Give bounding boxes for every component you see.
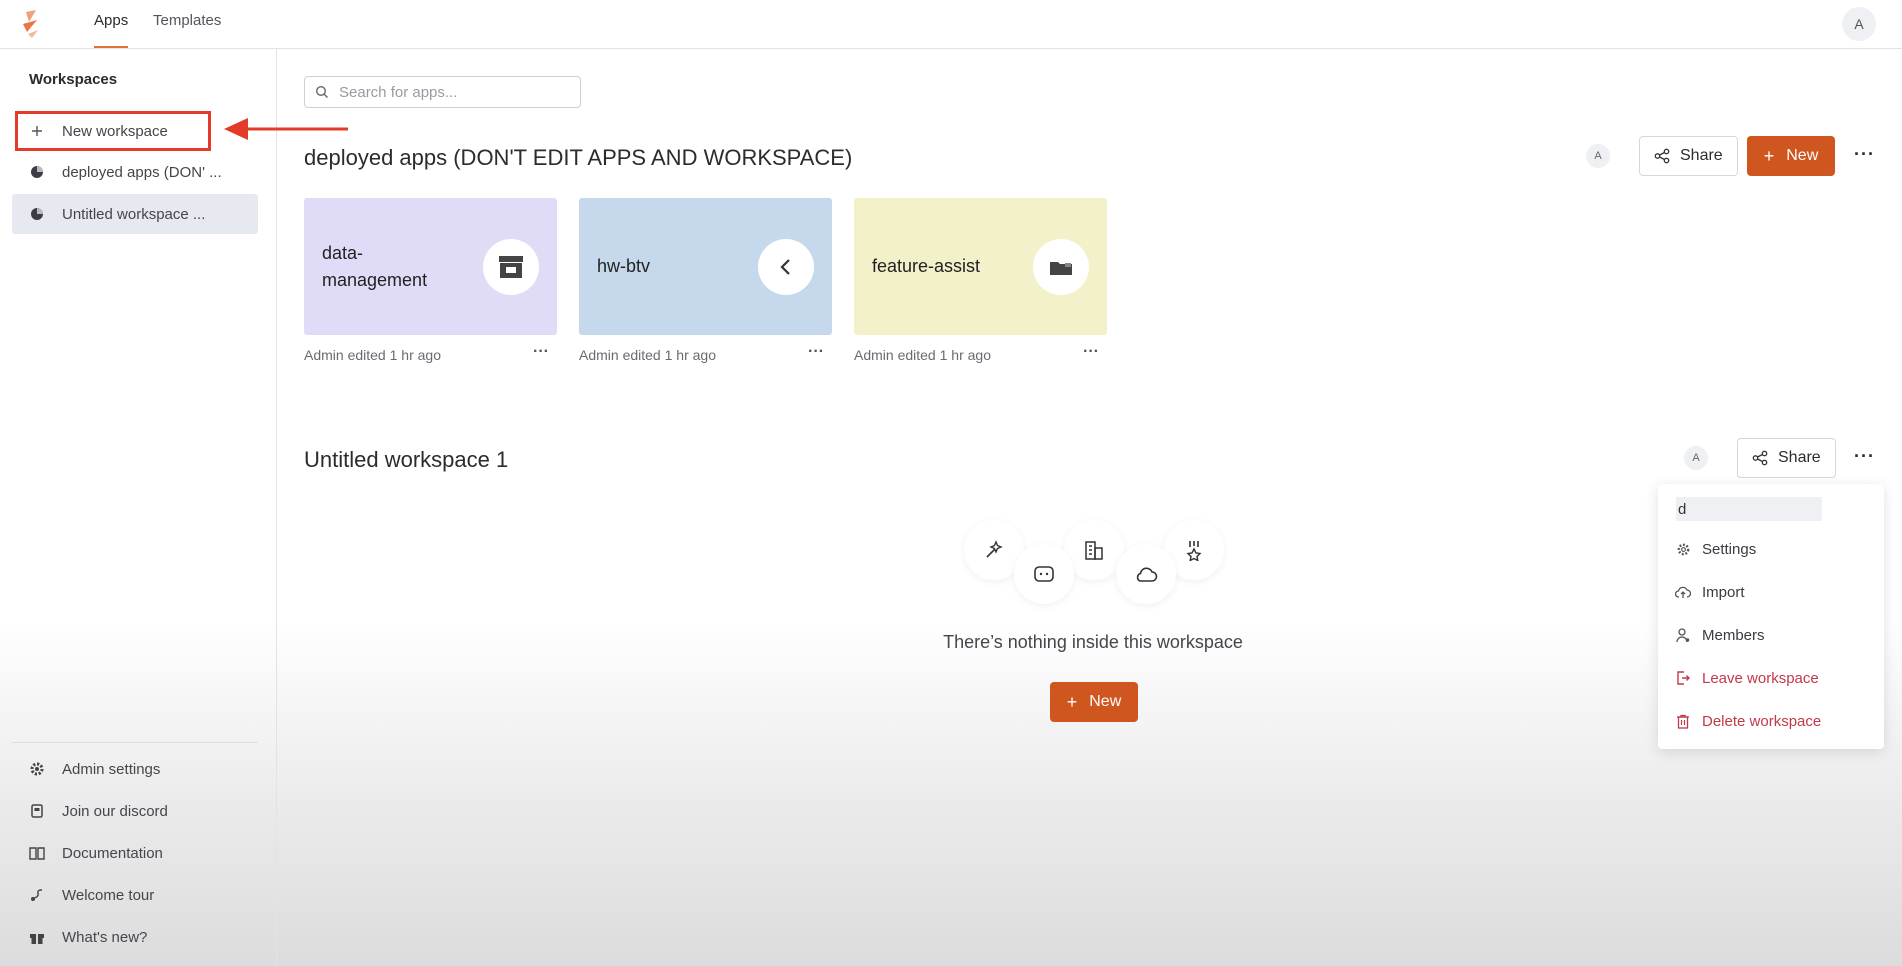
app-logo-icon[interactable] xyxy=(18,8,44,40)
cloud-upload-icon xyxy=(1674,585,1692,599)
gear-icon xyxy=(28,761,46,777)
menu-item-label: Settings xyxy=(1702,540,1757,558)
user-icon xyxy=(1674,627,1692,643)
sidebar-item-label: Admin settings xyxy=(62,760,161,778)
app-card-feature-assist[interactable]: feature-assist xyxy=(854,198,1107,335)
route-icon xyxy=(28,888,46,902)
sidebar-item-admin-settings[interactable]: Admin settings xyxy=(12,749,258,789)
share-label: Share xyxy=(1680,147,1723,164)
sidebar: Workspaces New workspace deployed apps (… xyxy=(0,49,277,966)
menu-item-label: Import xyxy=(1702,583,1745,601)
menu-item-label: Delete workspace xyxy=(1702,712,1822,730)
menu-item-settings[interactable]: Settings xyxy=(1674,535,1756,563)
sidebar-item-documentation[interactable]: Documentation xyxy=(12,833,258,873)
sidebar-item-welcome-tour[interactable]: Welcome tour xyxy=(12,875,258,915)
app-name: data- management xyxy=(322,240,427,294)
menu-item-members[interactable]: Members xyxy=(1674,621,1765,649)
sidebar-item-deployed-apps[interactable]: deployed apps (DON' ... xyxy=(12,152,258,192)
plus-icon: + xyxy=(1066,691,1078,712)
workspace-icon xyxy=(28,207,46,221)
menu-item-label: Leave workspace xyxy=(1702,669,1819,687)
plus-icon: + xyxy=(1763,145,1775,166)
discord-icon xyxy=(28,804,46,818)
menu-item-leave-workspace[interactable]: Leave workspace xyxy=(1674,664,1819,692)
cloud-icon xyxy=(1116,544,1176,604)
sidebar-item-label: Documentation xyxy=(62,844,163,862)
workspace-icon xyxy=(28,165,46,179)
workspace-title: Untitled workspace 1 xyxy=(304,447,509,472)
workspace-member-avatar: A xyxy=(1684,446,1708,470)
sidebar-item-untitled-workspace[interactable]: Untitled workspace ... xyxy=(12,194,258,234)
menu-rename-input[interactable] xyxy=(1676,497,1822,521)
menu-item-import[interactable]: Import xyxy=(1674,578,1745,606)
sidebar-item-label: deployed apps (DON' ... xyxy=(62,163,222,181)
tab-templates[interactable]: Templates xyxy=(153,12,221,48)
app-edited-meta: Admin edited 1 hr ago xyxy=(854,347,991,363)
share-button[interactable]: Share xyxy=(1737,438,1836,478)
search-field[interactable] xyxy=(304,76,581,108)
app-name: feature-assist xyxy=(872,256,981,276)
app-edited-meta: Admin edited 1 hr ago xyxy=(579,347,716,363)
new-app-button[interactable]: + New xyxy=(1747,136,1835,176)
workspace-more-button[interactable]: ··· xyxy=(1854,446,1875,467)
app-name-line: data- xyxy=(322,243,364,263)
tab-apps[interactable]: Apps xyxy=(94,12,129,48)
top-bar: Apps Templates A xyxy=(0,0,1902,49)
sidebar-divider xyxy=(12,742,258,743)
search-input[interactable] xyxy=(339,83,559,101)
workspace-member-avatar: A xyxy=(1586,144,1610,168)
sidebar-item-label: What's new? xyxy=(62,928,148,946)
book-icon xyxy=(28,846,46,860)
workspace-title: deployed apps (DON'T EDIT APPS AND WORKS… xyxy=(304,145,853,170)
workspace-options-menu: Settings Import Members Leave workspace … xyxy=(1658,484,1884,749)
share-button[interactable]: Share xyxy=(1639,136,1738,176)
sidebar-item-discord[interactable]: Join our discord xyxy=(12,791,258,831)
chat-bot-icon xyxy=(1014,544,1074,604)
menu-item-delete-workspace[interactable]: Delete workspace xyxy=(1674,707,1821,735)
empty-state-message: There’s nothing inside this workspace xyxy=(943,632,1243,652)
menu-item-label: Members xyxy=(1702,626,1765,644)
share-label: Share xyxy=(1778,449,1821,466)
sidebar-item-label: Untitled workspace ... xyxy=(62,205,206,223)
app-card-hw-btv[interactable]: hw-btv xyxy=(579,198,832,335)
chevron-left-icon xyxy=(758,239,814,295)
exit-icon xyxy=(1674,671,1692,685)
user-avatar[interactable]: A xyxy=(1842,7,1876,41)
app-name: hw-btv xyxy=(597,256,651,276)
app-edited-meta: Admin edited 1 hr ago xyxy=(304,347,441,363)
folder-icon xyxy=(1033,239,1089,295)
share-icon xyxy=(1752,450,1768,466)
sidebar-item-label: Join our discord xyxy=(62,802,168,820)
trash-icon xyxy=(1674,714,1692,729)
new-label: New xyxy=(1089,693,1122,710)
gear-icon xyxy=(1674,542,1692,557)
app-more-button[interactable]: ··· xyxy=(533,343,549,361)
sidebar-item-label: Welcome tour xyxy=(62,886,155,904)
storefront-icon xyxy=(483,239,539,295)
app-name-line: management xyxy=(322,270,428,290)
new-app-button[interactable]: + New xyxy=(1050,682,1138,722)
search-icon xyxy=(315,85,328,98)
app-more-button[interactable]: ··· xyxy=(808,343,824,361)
new-label: New xyxy=(1786,147,1819,164)
app-card-data-management[interactable]: data- management xyxy=(304,198,557,335)
sidebar-heading: Workspaces xyxy=(29,71,118,88)
annotation-arrow-icon xyxy=(224,118,348,140)
annotation-highlight-box xyxy=(15,111,211,151)
gift-icon xyxy=(28,930,46,944)
share-icon xyxy=(1654,148,1670,164)
sidebar-item-whats-new[interactable]: What's new? xyxy=(12,917,258,957)
workspace-more-button[interactable]: ··· xyxy=(1854,144,1875,165)
app-more-button[interactable]: ··· xyxy=(1083,343,1099,361)
